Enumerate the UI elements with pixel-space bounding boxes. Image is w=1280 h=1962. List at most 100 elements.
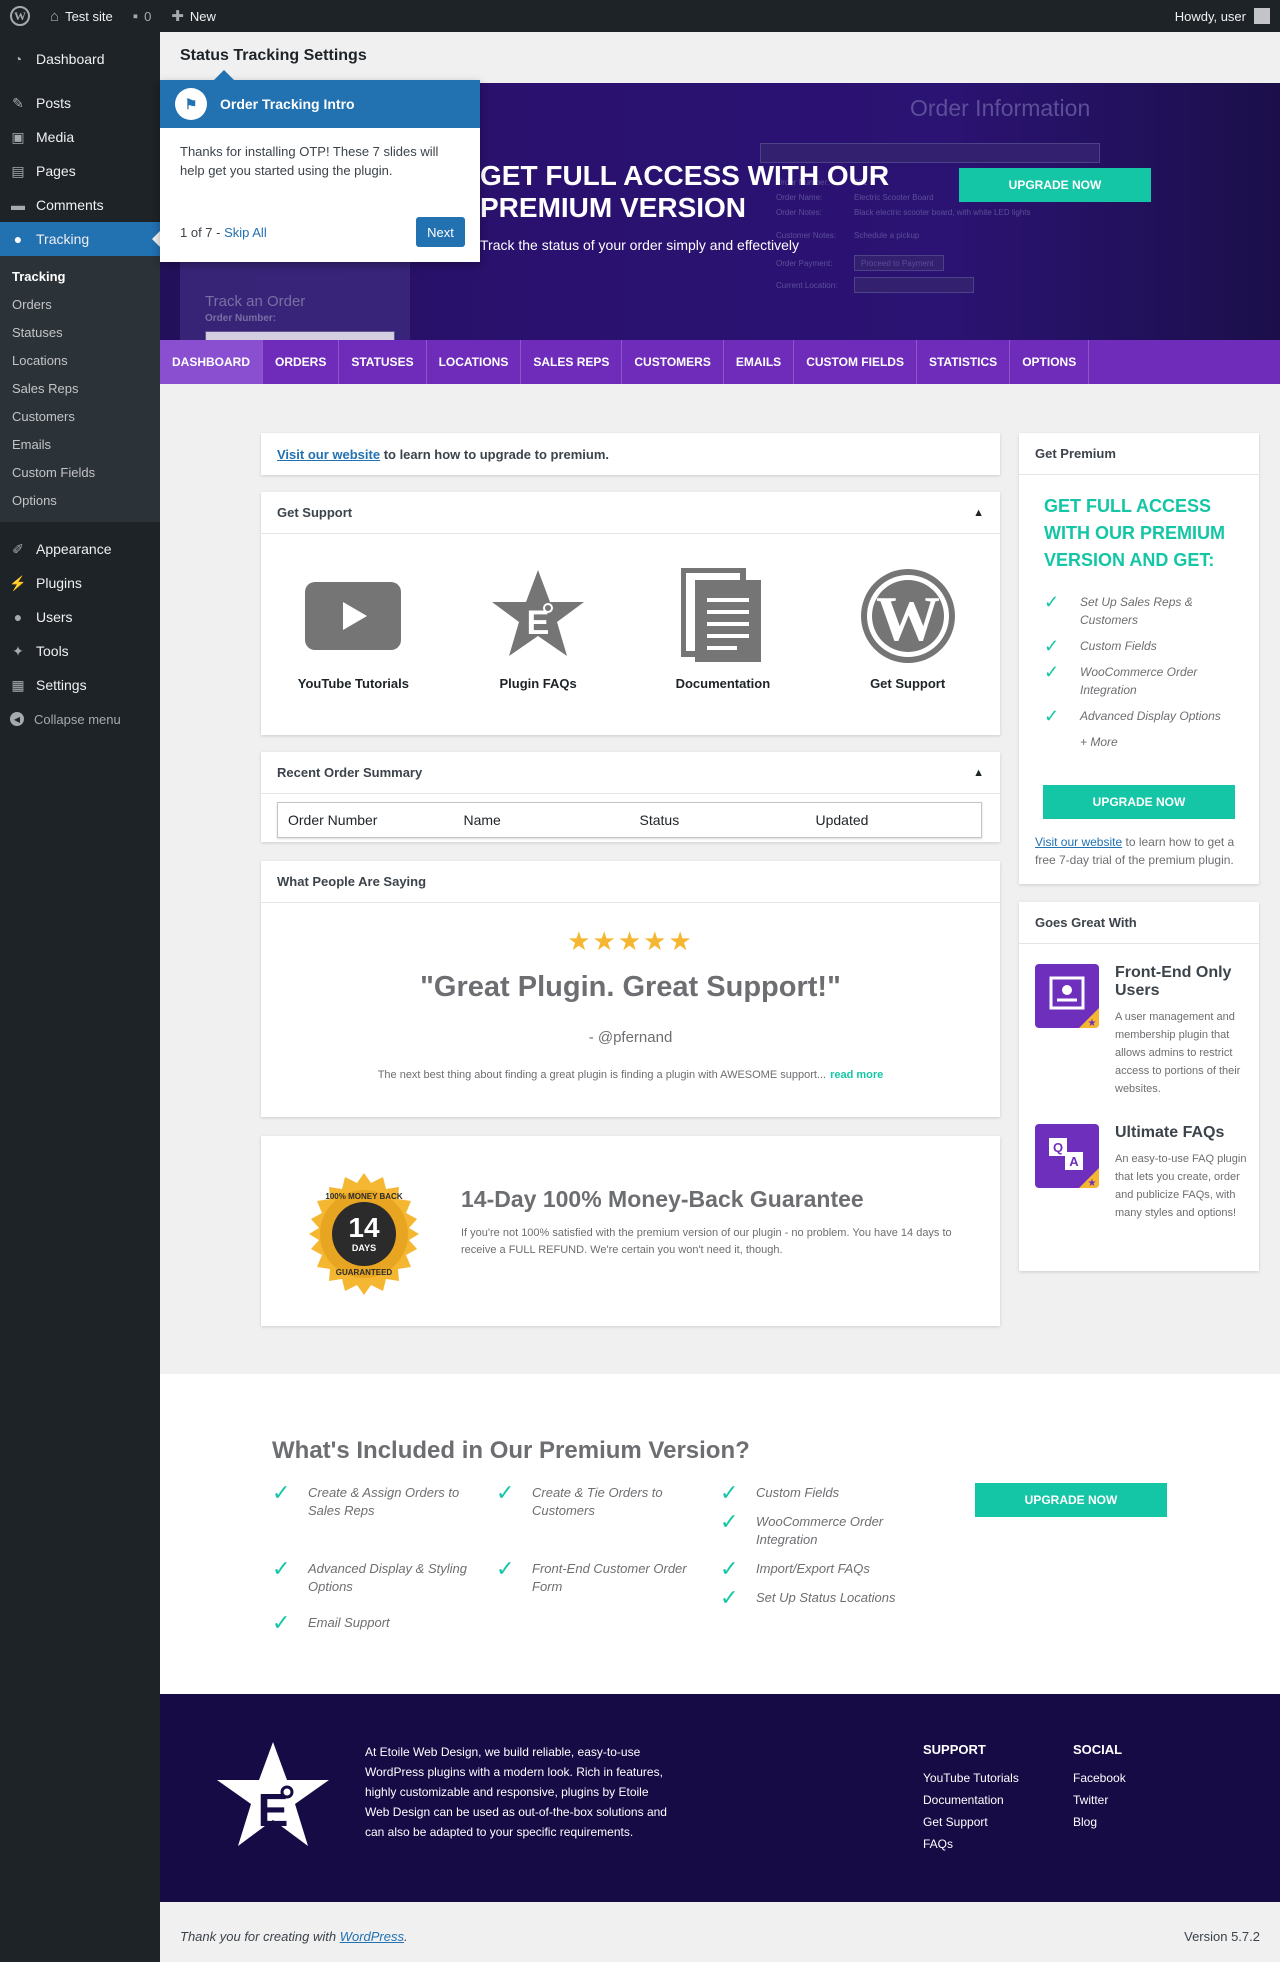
sidebar-item-settings[interactable]: ▦ Settings bbox=[0, 668, 160, 702]
skip-all-link[interactable]: Skip All bbox=[224, 225, 267, 240]
preview-row-label: Order Payment: bbox=[776, 259, 833, 268]
tour-progress: 1 of 7 - Skip All bbox=[180, 225, 267, 240]
preview-card-field: Order Number: bbox=[205, 313, 277, 324]
preview-row-value: Proceed to Payment bbox=[854, 255, 944, 271]
submenu-customers[interactable]: Customers bbox=[0, 403, 160, 431]
sidebar-item-tools[interactable]: ✦ Tools bbox=[0, 634, 160, 668]
checkmark-icon: ✓ bbox=[1044, 592, 1060, 612]
sidebar-item-tracking[interactable]: ● Tracking bbox=[0, 222, 160, 256]
tab-options[interactable]: OPTIONS bbox=[1010, 340, 1090, 384]
thanks-period: . bbox=[404, 1929, 408, 1944]
support-get-support[interactable]: W Get Support bbox=[828, 566, 988, 691]
tour-body: Thanks for installing OTP! These 7 slide… bbox=[180, 144, 439, 178]
read-more-link[interactable]: read more bbox=[830, 1069, 883, 1081]
tracking-submenu: Tracking Orders Statuses Locations Sales… bbox=[0, 256, 160, 522]
tab-dashboard[interactable]: DASHBOARD bbox=[160, 340, 263, 384]
site-name: Test site bbox=[65, 8, 113, 24]
recent-orders-header[interactable]: Recent Order Summary ▲ bbox=[261, 752, 1000, 794]
sidebar-item-label: Tools bbox=[36, 643, 69, 659]
footer-link[interactable]: Blog bbox=[1073, 1811, 1126, 1833]
plugin-front-end-only-users[interactable]: ★ Front-End Only Users A user management… bbox=[1035, 964, 1250, 1104]
footer-link[interactable]: Documentation bbox=[923, 1789, 1019, 1811]
plugin-ultimate-faqs[interactable]: Q A ★ Ultimate FAQs An easy-to-use FAQ plu… bbox=[1035, 1124, 1250, 1264]
footer-link[interactable]: FAQs bbox=[923, 1833, 1019, 1855]
svg-text:Q: Q bbox=[1053, 1140, 1063, 1155]
etoile-logo-icon: E bbox=[217, 1742, 329, 1846]
recent-orders-table: Order Number Name Status Updated bbox=[277, 802, 982, 838]
tab-statistics[interactable]: STATISTICS bbox=[917, 340, 1011, 384]
submenu-emails[interactable]: Emails bbox=[0, 431, 160, 459]
sidebar-item-appearance[interactable]: ✐ Appearance bbox=[0, 532, 160, 566]
visit-website-link[interactable]: Visit our website bbox=[1035, 835, 1122, 849]
collapse-toggle-icon[interactable]: ▲ bbox=[973, 507, 984, 519]
next-button[interactable]: Next bbox=[416, 217, 465, 247]
submenu-locations[interactable]: Locations bbox=[0, 347, 160, 375]
premium-upgrade-button[interactable]: UPGRADE NOW bbox=[1043, 785, 1235, 819]
sidebar-item-users[interactable]: ● Users bbox=[0, 600, 160, 634]
star-icon: ★ bbox=[617, 926, 644, 956]
submenu-custom-fields[interactable]: Custom Fields bbox=[0, 459, 160, 487]
support-plugin-faqs[interactable]: E Plugin FAQs bbox=[458, 566, 618, 691]
tab-emails[interactable]: EMAILS bbox=[724, 340, 795, 384]
footer-link[interactable]: YouTube Tutorials bbox=[923, 1767, 1019, 1789]
sidebar-item-label: Posts bbox=[36, 95, 72, 111]
tour-header: ⚑ Order Tracking Intro bbox=[160, 80, 480, 128]
plugin-description: An easy-to-use FAQ plugin that lets you … bbox=[1115, 1153, 1247, 1219]
location-pin-icon: ● bbox=[13, 231, 23, 247]
plugin-title: Ultimate FAQs bbox=[1115, 1124, 1225, 1141]
testimonial-author: - @pfernand bbox=[588, 1029, 673, 1046]
submenu-statuses[interactable]: Statuses bbox=[0, 319, 160, 347]
site-name-link[interactable]: ⌂ Test site bbox=[40, 0, 123, 32]
footer-link[interactable]: Get Support bbox=[923, 1811, 1019, 1833]
checkmark-icon: ✓ bbox=[720, 1509, 739, 1534]
feature-label: Import/Export FAQs bbox=[756, 1561, 870, 1576]
support-youtube-tutorials[interactable]: YouTube Tutorials bbox=[273, 566, 433, 691]
seal-days: DAYS bbox=[352, 1243, 376, 1253]
wordpress-logo-button[interactable]: W bbox=[0, 0, 40, 32]
notice-text: to learn how to upgrade to premium. bbox=[380, 446, 610, 462]
tab-locations[interactable]: LOCATIONS bbox=[427, 340, 522, 384]
list-item: ✓ Front-End Customer Order Form bbox=[496, 1558, 696, 1596]
collapse-toggle-icon[interactable]: ▲ bbox=[973, 767, 984, 779]
footer-link[interactable]: Twitter bbox=[1073, 1789, 1126, 1811]
page-title: Status Tracking Settings bbox=[180, 47, 367, 64]
tab-statuses[interactable]: STATUSES bbox=[339, 340, 427, 384]
collapse-menu-button[interactable]: ◀ Collapse menu bbox=[0, 702, 160, 736]
list-item: ✓ WooCommerce Order Integration bbox=[720, 1509, 920, 1549]
support-documentation[interactable]: Documentation bbox=[643, 566, 803, 691]
submenu-options[interactable]: Options bbox=[0, 487, 160, 515]
comment-icon: ▪ bbox=[132, 7, 139, 25]
preview-form-title: Order Information bbox=[910, 95, 1091, 121]
banner-headline: GET FULL ACCESS WITH OUR PREMIUM VERSION bbox=[480, 160, 890, 223]
sidebar-item-posts[interactable]: ✎ Posts bbox=[0, 86, 160, 120]
tab-custom-fields[interactable]: CUSTOM FIELDS bbox=[794, 340, 917, 384]
submenu-tracking[interactable]: Tracking bbox=[0, 263, 160, 291]
submenu-sales-reps[interactable]: Sales Reps bbox=[0, 375, 160, 403]
tab-sales-reps[interactable]: SALES REPS bbox=[521, 340, 623, 384]
sidebar-item-label: Plugins bbox=[36, 575, 82, 591]
support-item-label: YouTube Tutorials bbox=[297, 676, 409, 691]
new-content-button[interactable]: ✚ New bbox=[161, 0, 226, 32]
feature-label: WooCommerce Order Integration bbox=[756, 1514, 884, 1547]
comments-link[interactable]: ▪ 0 bbox=[123, 0, 162, 32]
visit-website-link[interactable]: Visit our website bbox=[277, 447, 380, 462]
get-support-header[interactable]: Get Support ▲ bbox=[261, 492, 1000, 534]
tour-title: Order Tracking Intro bbox=[220, 96, 355, 112]
footer-thanks: Thank you for creating with WordPress. bbox=[180, 1929, 408, 1944]
included-upgrade-button[interactable]: UPGRADE NOW bbox=[975, 1483, 1167, 1517]
submenu-orders[interactable]: Orders bbox=[0, 291, 160, 319]
banner-upgrade-button[interactable]: UPGRADE NOW bbox=[959, 168, 1151, 202]
tab-orders[interactable]: ORDERS bbox=[263, 340, 340, 384]
sidebar-item-plugins[interactable]: ⚡ Plugins bbox=[0, 566, 160, 600]
users-plugin-icon: ★ bbox=[1035, 964, 1099, 1028]
sidebar-item-label: Dashboard bbox=[36, 51, 105, 67]
sidebar-item-comments[interactable]: ▬ Comments bbox=[0, 188, 160, 222]
account-menu[interactable]: Howdy, user bbox=[1175, 8, 1280, 24]
sidebar-item-dashboard[interactable]: ◔ Dashboard bbox=[0, 42, 160, 76]
sidebar-item-pages[interactable]: ▤ Pages bbox=[0, 154, 160, 188]
tab-customers[interactable]: CUSTOMERS bbox=[622, 340, 724, 384]
sidebar-item-media[interactable]: ▣ Media bbox=[0, 120, 160, 154]
footer-link[interactable]: Facebook bbox=[1073, 1767, 1126, 1789]
wordpress-link[interactable]: WordPress bbox=[340, 1929, 404, 1944]
feature-label: Advanced Display Options bbox=[1080, 709, 1221, 723]
